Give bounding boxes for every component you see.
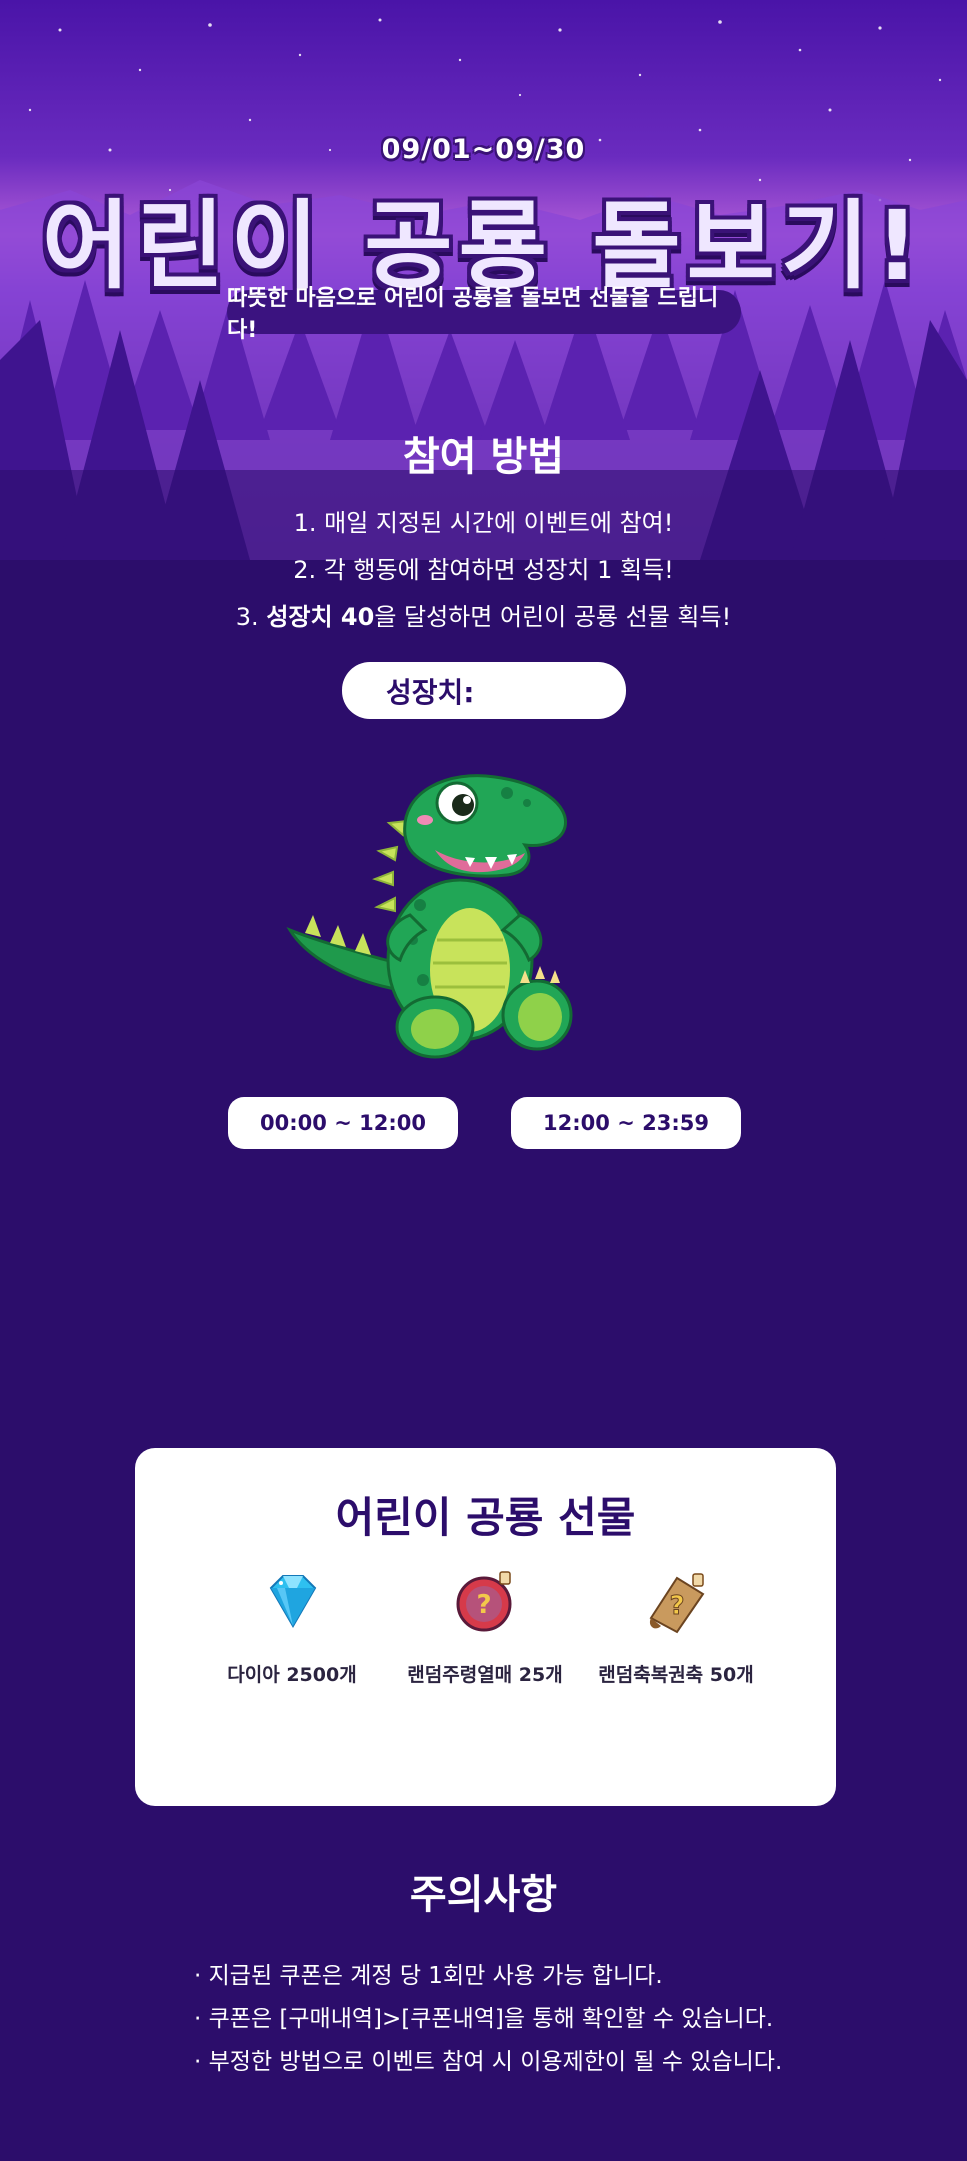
howto-list: 1. 매일 지정된 시간에 이벤트에 참여! 2. 각 행동에 참여하면 성장치… bbox=[0, 500, 967, 641]
howto-step-1: 1. 매일 지정된 시간에 이벤트에 참여! bbox=[293, 509, 674, 537]
howto-step-3-highlight: 성장치 40 bbox=[266, 603, 375, 631]
notice-item: · 쿠폰은 [구매내역]>[쿠폰내역]을 통해 확인할 수 있습니다. bbox=[194, 2006, 774, 2032]
svg-text:?: ? bbox=[669, 1591, 684, 1621]
notice-item: · 지급된 쿠폰은 계정 당 1회만 사용 가능 합니다. bbox=[194, 1963, 663, 1989]
svg-text:?: ? bbox=[476, 1590, 491, 1620]
mystery-fruit-icon: ? bbox=[456, 1571, 512, 1632]
time-slot-evening-button[interactable]: 12:00 ~ 23:59 bbox=[511, 1097, 741, 1149]
howto-step-2: 2. 각 행동에 참여하면 성장치 1 획득! bbox=[293, 556, 674, 584]
mystery-scroll-icon: ? bbox=[649, 1573, 705, 1634]
howto-step-3: 3. 성장치 40을 달성하면 어린이 공룡 선물 획득! bbox=[0, 594, 967, 641]
notice-title: 주의사항 bbox=[409, 1872, 558, 1918]
growth-meter: 성장치: bbox=[342, 662, 626, 719]
reward-label-scroll: 랜덤축복권축 50개 bbox=[598, 1664, 754, 1686]
reward-item-diamond: 다이아 2500개 bbox=[197, 1566, 387, 1687]
howto-step-3-suffix: 을 달성하면 어린이 공룡 선물 획득! bbox=[374, 603, 732, 631]
diamond-icon bbox=[269, 1575, 317, 1628]
reward-item-fruit: ? 랜덤주령열매 25개 bbox=[390, 1566, 580, 1687]
reward-label-diamond: 다이아 2500개 bbox=[227, 1664, 357, 1686]
event-date: 09/01~09/30 bbox=[381, 134, 586, 165]
reward-label-fruit: 랜덤주령열매 25개 bbox=[407, 1664, 563, 1686]
notice-item: · 부정한 방법으로 이벤트 참여 시 이용제한이 될 수 있습니다. bbox=[194, 2049, 783, 2075]
notice-list: · 지급된 쿠폰은 계정 당 1회만 사용 가능 합니다. · 쿠폰은 [구매내… bbox=[194, 1955, 894, 2084]
reward-item-scroll: ? 랜덤축복권축 50개 bbox=[581, 1566, 771, 1687]
howto-step-3-prefix: 3. bbox=[235, 603, 267, 631]
time-slot-morning-button[interactable]: 00:00 ~ 12:00 bbox=[228, 1097, 458, 1149]
event-page: 09/01~09/30 어린이 공룡 돌보기! 따뜻한 마음으로 어린이 공룡을… bbox=[0, 0, 967, 2161]
growth-label: 성장치: bbox=[386, 675, 475, 709]
reward-title: 어린이 공룡 선물 bbox=[335, 1493, 636, 1542]
dinosaur-mascot bbox=[286, 774, 573, 1059]
subtitle-pill: 따뜻한 마음으로 어린이 공룡을 돌보면 선물을 드립니다! bbox=[227, 286, 741, 343]
howto-title: 참여 방법 bbox=[402, 434, 565, 480]
reward-card: 어린이 공룡 선물 다이아 2500개 ? 랜덤주령열매 25개 ? 랜덤축복권… bbox=[135, 1448, 836, 1806]
subtitle-text: 따뜻한 마음으로 어린이 공룡을 돌보면 선물을 드립니다! bbox=[227, 286, 719, 343]
